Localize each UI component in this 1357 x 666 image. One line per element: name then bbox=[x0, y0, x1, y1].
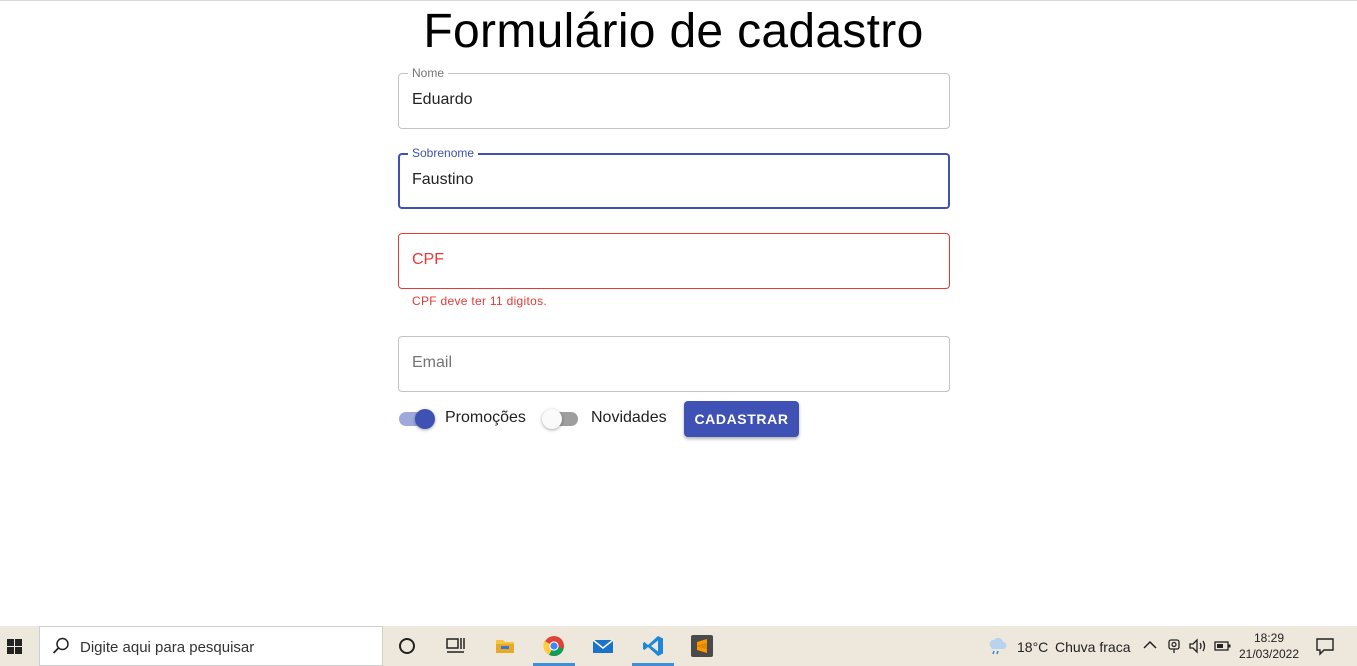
clock-time: 18:29 bbox=[1253, 631, 1285, 645]
taskbar-search[interactable]: Digite aqui para pesquisar bbox=[39, 626, 383, 666]
cadastrar-button[interactable]: CADASTRAR bbox=[684, 401, 799, 437]
weather-rain-icon bbox=[989, 637, 1007, 655]
cpf-field[interactable]: CPF bbox=[398, 233, 950, 289]
email-label: Email bbox=[412, 354, 453, 371]
file-explorer-button[interactable] bbox=[482, 626, 528, 666]
novidades-label[interactable]: Novidades bbox=[591, 409, 667, 427]
sobrenome-field[interactable]: Sobrenome Faustino bbox=[398, 146, 950, 209]
sobrenome-value: Faustino bbox=[412, 171, 474, 188]
chrome-icon bbox=[543, 636, 564, 657]
timeline-icon bbox=[446, 638, 465, 653]
clock-date: 21/03/2022 bbox=[1238, 647, 1300, 661]
nome-value: Eduardo bbox=[412, 91, 473, 108]
weather-condition[interactable]: Chuva fraca bbox=[1055, 639, 1130, 655]
chrome-button[interactable] bbox=[531, 626, 577, 666]
meet-now-icon[interactable] bbox=[1166, 637, 1182, 655]
nome-label: Nome bbox=[408, 66, 449, 80]
cpf-error-text: CPF deve ter 11 digitos. bbox=[412, 294, 548, 308]
chevron-up-icon[interactable] bbox=[1143, 640, 1157, 650]
novidades-switch[interactable] bbox=[542, 408, 582, 430]
clock[interactable]: 18:29 21/03/2022 bbox=[1236, 630, 1302, 662]
battery-icon[interactable] bbox=[1214, 639, 1232, 653]
promocoes-switch-thumb bbox=[415, 409, 435, 429]
sublime-text-button[interactable] bbox=[679, 626, 725, 666]
task-view-button[interactable] bbox=[384, 626, 430, 666]
volume-icon[interactable] bbox=[1188, 637, 1208, 655]
search-placeholder: Digite aqui para pesquisar bbox=[80, 639, 255, 656]
nome-field[interactable]: Nome Eduardo bbox=[398, 66, 950, 129]
mail-icon bbox=[592, 639, 614, 653]
window-top-border bbox=[0, 0, 1357, 1]
timeline-button[interactable] bbox=[432, 626, 478, 666]
cpf-label: CPF bbox=[412, 251, 444, 268]
vscode-button[interactable] bbox=[630, 626, 676, 666]
weather-temperature[interactable]: 18°C bbox=[1017, 639, 1048, 655]
novidades-switch-thumb bbox=[542, 409, 562, 429]
start-button[interactable] bbox=[0, 626, 38, 666]
mail-button[interactable] bbox=[580, 626, 626, 666]
sublime-text-icon bbox=[691, 635, 713, 657]
file-explorer-icon bbox=[496, 640, 514, 653]
windows-icon bbox=[7, 639, 23, 654]
email-field[interactable]: Email bbox=[398, 336, 950, 392]
page-title: Formulário de cadastro bbox=[423, 5, 924, 58]
promocoes-label[interactable]: Promoções bbox=[445, 409, 526, 427]
sobrenome-label: Sobrenome bbox=[408, 146, 479, 160]
search-icon bbox=[52, 637, 69, 654]
notifications-icon[interactable] bbox=[1315, 636, 1335, 656]
vscode-icon bbox=[643, 636, 663, 656]
task-view-icon bbox=[399, 638, 415, 654]
taskbar: Digite aqui para pesquisar 18°C Chuva fr… bbox=[0, 626, 1357, 666]
promocoes-switch[interactable] bbox=[397, 408, 437, 430]
